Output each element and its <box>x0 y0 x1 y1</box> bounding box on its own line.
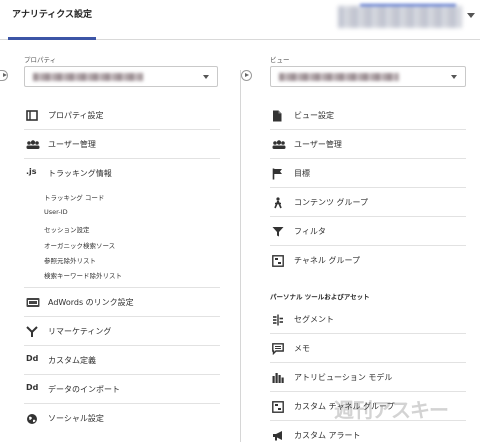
menu-item-goals[interactable]: 目標 <box>270 159 466 188</box>
property-select[interactable] <box>24 66 218 87</box>
view-section-label: ビュー <box>270 56 290 64</box>
note-icon <box>272 343 284 355</box>
person-walk-icon <box>272 197 284 209</box>
view-select[interactable] <box>270 66 466 87</box>
channel-icon <box>272 401 284 413</box>
property-select-value <box>33 73 143 81</box>
submenu-item-session-settings[interactable]: セッション設定 <box>44 224 90 234</box>
menu-item-social-settings[interactable]: ソーシャル設定 <box>24 404 220 433</box>
property-prev-arrow-button[interactable] <box>0 70 8 81</box>
adwords-icon <box>26 297 40 308</box>
tab-label: アナリティクス設定 <box>12 10 93 20</box>
menu-item-label: ソーシャル設定 <box>48 414 104 423</box>
watermark: 週刊アスキー <box>334 398 449 422</box>
users-icon <box>272 139 286 150</box>
globe-icon <box>26 413 38 424</box>
chevron-down-icon <box>203 75 209 79</box>
menu-item-adwords-linking[interactable]: AdWords のリンク設定 <box>24 288 220 317</box>
flag-icon <box>272 168 284 180</box>
menu-item-custom-alerts[interactable]: カスタム アラート <box>270 421 466 442</box>
top-bar: アナリティクス設定 <box>0 0 480 40</box>
submenu-item-tracking-code[interactable]: トラッキング コード <box>44 192 104 202</box>
menu-item-label: ユーザー管理 <box>48 140 96 149</box>
menu-item-label: セグメント <box>294 315 334 324</box>
menu-item-segments[interactable]: セグメント <box>270 305 466 334</box>
dd-icon: Dd <box>26 383 39 392</box>
menu-item-view-user-management[interactable]: ユーザー管理 <box>270 130 466 159</box>
menu-item-label: トラッキング情報 <box>48 169 112 178</box>
menu-item-label: チャネル グループ <box>294 256 360 265</box>
property-icon <box>26 110 38 121</box>
submenu-item-search-term-exclusion-list[interactable]: 検索キーワード除外リスト <box>44 270 122 280</box>
menu-item-channel-grouping[interactable]: チャネル グループ <box>270 246 466 275</box>
segment-icon <box>272 314 284 326</box>
tab-analytics-settings[interactable]: アナリティクス設定 <box>8 9 97 40</box>
js-icon: .js <box>26 167 37 176</box>
view-prev-arrow-button[interactable] <box>241 70 252 81</box>
bar-chart-icon <box>272 372 284 383</box>
view-column: ビュー ビュー設定 ユーザー管理 目標 コンテンツ グループ フィルタ チャネル… <box>254 40 472 442</box>
menu-item-label: カスタム定義 <box>48 356 96 365</box>
column-divider <box>240 70 241 442</box>
dd-icon: Dd <box>26 354 39 363</box>
document-icon <box>272 110 284 122</box>
menu-item-label: リマーケティング <box>48 327 112 336</box>
menu-item-label: カスタム アラート <box>294 431 361 440</box>
property-column: プロパティ プロパティ設定 ユーザー管理 .js トラッキング情報 トラッキング… <box>8 40 230 442</box>
account-selector[interactable] <box>338 6 462 28</box>
menu-item-label: コンテンツ グループ <box>294 198 369 207</box>
menu-item-tracking-info[interactable]: .js トラッキング情報 <box>24 159 220 188</box>
menu-item-label: アトリビューション モデル <box>294 373 393 382</box>
submenu-item-organic-search-sources[interactable]: オーガニック検索ソース <box>44 240 115 250</box>
filter-icon <box>272 226 284 237</box>
menu-item-custom-definitions[interactable]: Dd カスタム定義 <box>24 346 220 375</box>
view-select-value <box>279 73 399 81</box>
tracking-submenu: トラッキング コード User-ID セッション設定 オーガニック検索ソース 参… <box>24 188 220 288</box>
users-icon <box>26 139 40 150</box>
menu-item-label: データのインポート <box>48 385 120 394</box>
menu-item-content-grouping[interactable]: コンテンツ グループ <box>270 188 466 217</box>
menu-item-label: ビュー設定 <box>294 111 334 120</box>
menu-item-view-settings[interactable]: ビュー設定 <box>270 101 466 130</box>
submenu-item-user-id[interactable]: User-ID <box>44 208 68 216</box>
menu-item-filters[interactable]: フィルタ <box>270 217 466 246</box>
property-section-label: プロパティ <box>24 56 57 64</box>
menu-item-label: 目標 <box>294 169 310 178</box>
personal-tools-heading: パーソナル ツールおよびアセット <box>270 293 370 301</box>
megaphone-icon <box>272 430 284 441</box>
menu-item-data-import[interactable]: Dd データのインポート <box>24 375 220 404</box>
chevron-down-icon <box>451 75 457 79</box>
menu-item-label: フィルタ <box>294 227 326 236</box>
menu-item-annotations[interactable]: メモ <box>270 334 466 363</box>
menu-item-label: AdWords のリンク設定 <box>48 298 134 307</box>
menu-item-label: プロパティ設定 <box>48 111 104 120</box>
channel-icon <box>272 255 284 267</box>
menu-item-label: ユーザー管理 <box>294 140 342 149</box>
menu-item-remarketing[interactable]: リマーケティング <box>24 317 220 346</box>
menu-item-attribution-models[interactable]: アトリビューション モデル <box>270 363 466 392</box>
chevron-down-icon[interactable] <box>467 13 475 18</box>
menu-item-user-management[interactable]: ユーザー管理 <box>24 130 220 159</box>
menu-item-label: メモ <box>294 344 310 353</box>
submenu-item-referral-exclusion-list[interactable]: 参照元除外リスト <box>44 255 96 265</box>
remarketing-icon <box>26 326 38 337</box>
menu-item-property-settings[interactable]: プロパティ設定 <box>24 101 220 130</box>
